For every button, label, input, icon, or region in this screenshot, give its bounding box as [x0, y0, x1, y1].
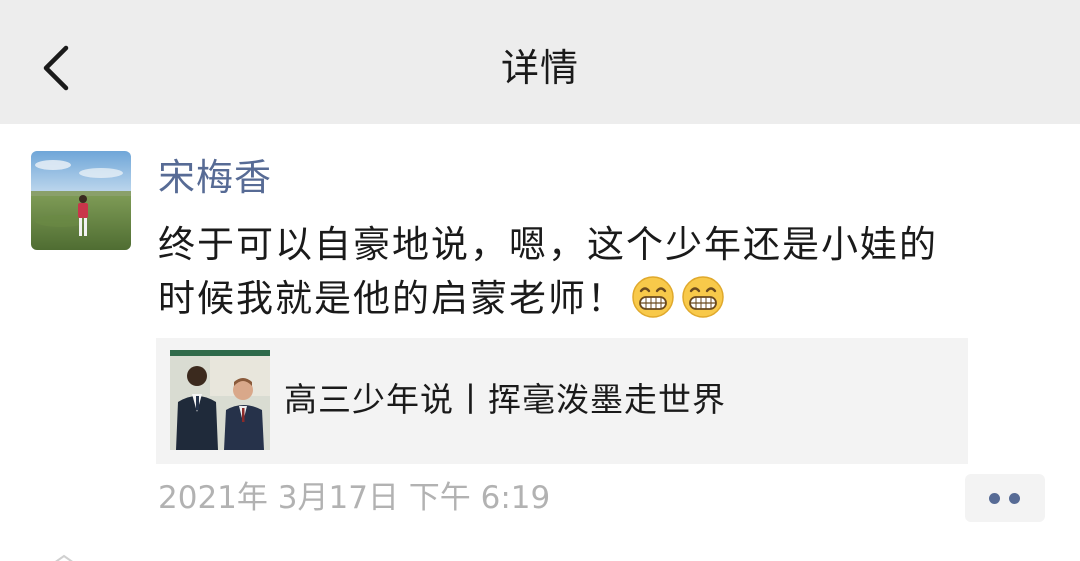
author-avatar[interactable] — [31, 151, 131, 250]
more-dots-icon — [989, 493, 1000, 504]
shared-article-card[interactable]: 高三少年说丨挥毫泼墨走世界 — [156, 338, 968, 464]
nav-header: 详情 — [0, 0, 1080, 124]
post-text-line: 时候我就是他的启蒙老师！ — [158, 277, 626, 320]
next-section-fragment — [50, 548, 80, 561]
post-text-line-with-emoji: 时候我就是他的启蒙老师！ — [158, 272, 1038, 326]
more-actions-button[interactable] — [965, 474, 1045, 522]
post-content: 终于可以自豪地说，嗯，这个少年还是小娃的 时候我就是他的启蒙老师！ — [158, 218, 1038, 326]
article-thumbnail — [170, 350, 270, 450]
avatar-photo — [31, 151, 131, 250]
moments-detail-page: 详情 宋梅香 终于可以自豪地说，嗯，这个少年还是小娃的 时候我就是他的启蒙老师！… — [0, 0, 1080, 561]
author-name[interactable]: 宋梅香 — [158, 150, 272, 206]
grin-emoji-icon — [680, 273, 726, 319]
more-dots-icon — [1009, 493, 1020, 504]
grin-emoji-icon — [630, 273, 676, 319]
page-title: 详情 — [500, 46, 579, 90]
article-title: 高三少年说丨挥毫泼墨走世界 — [284, 380, 726, 419]
post-timestamp: 2021年 3月17日 下午 6:19 — [158, 480, 551, 516]
post-text-line: 终于可以自豪地说，嗯，这个少年还是小娃的 — [158, 223, 938, 266]
